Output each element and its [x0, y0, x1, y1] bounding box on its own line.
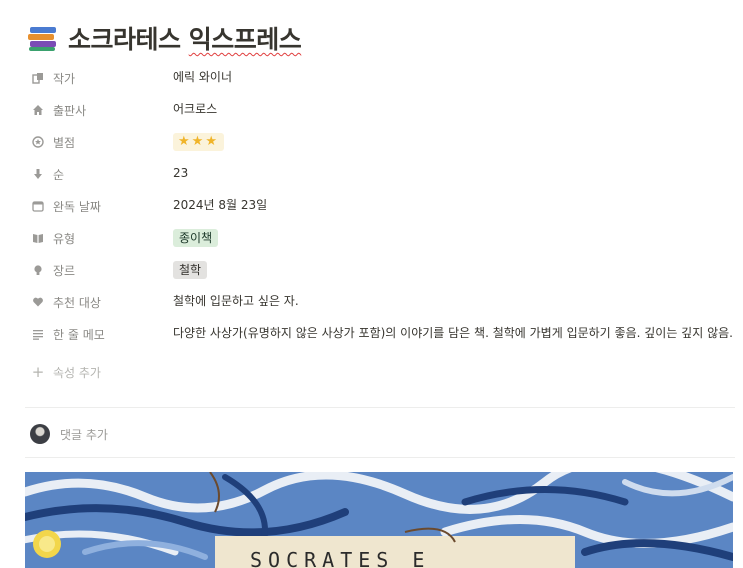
property-row-genre: 장르 철학	[25, 254, 735, 286]
rating-stars: ★★★	[173, 133, 224, 151]
property-value-type[interactable]: 종이책	[173, 229, 735, 247]
list-icon	[31, 71, 45, 85]
property-value-genre[interactable]: 철학	[173, 261, 735, 279]
cover-painting: SOCRATES E	[25, 472, 733, 568]
add-property-button[interactable]: + 속성 추가	[25, 363, 173, 381]
property-value-finished-date[interactable]: 2024년 8월 23일	[173, 197, 735, 214]
property-label-genre[interactable]: 장르	[25, 261, 173, 279]
add-property-row: + 속성 추가	[25, 356, 735, 388]
home-icon	[31, 103, 45, 117]
property-value-rating[interactable]: ★★★	[173, 133, 735, 151]
books-icon[interactable]	[28, 23, 58, 53]
page-title: 소크라테스 익스프레스	[28, 18, 302, 58]
property-label-memo[interactable]: 한 줄 메모	[25, 325, 173, 343]
property-label-author[interactable]: 작가	[25, 69, 173, 87]
plus-icon: +	[31, 362, 45, 381]
arrow-down-icon	[31, 167, 45, 181]
star-icon: ★	[191, 134, 206, 149]
title-misspelled: 익스프레스	[188, 25, 302, 54]
property-label-order[interactable]: 순	[25, 165, 173, 183]
cover-image: SOCRATES E	[25, 472, 733, 568]
property-list: 작가 에릭 와이너 출판사 어크로스 별점 ★★★ 순 23 완독 날짜 202…	[25, 62, 735, 388]
property-row-publisher: 출판사 어크로스	[25, 94, 735, 126]
property-row-order: 순 23	[25, 158, 735, 190]
calendar-icon	[31, 199, 45, 213]
bulb-icon	[31, 263, 45, 277]
add-comment-label: 댓글 추가	[60, 427, 108, 442]
property-value-author[interactable]: 에릭 와이너	[173, 69, 735, 86]
property-row-memo: 한 줄 메모 다양한 사상가(유명하지 않은 사상가 포함)의 이야기를 담은 …	[25, 318, 735, 350]
cover-handwriting: SOCRATES E	[250, 548, 430, 568]
property-row-finished-date: 완독 날짜 2024년 8월 23일	[25, 190, 735, 222]
star-circle-icon	[31, 135, 45, 149]
star-icon: ★	[205, 134, 219, 149]
type-tag[interactable]: 종이책	[173, 229, 219, 247]
property-label-rating[interactable]: 별점	[25, 133, 173, 151]
property-value-publisher[interactable]: 어크로스	[173, 101, 735, 118]
text-lines-icon	[31, 327, 45, 341]
property-label-type[interactable]: 유형	[25, 229, 173, 247]
book-open-icon	[31, 231, 45, 245]
property-value-order[interactable]: 23	[173, 165, 735, 182]
divider	[25, 457, 735, 458]
property-label-audience[interactable]: 추천 대상	[25, 293, 173, 311]
genre-tag[interactable]: 철학	[173, 261, 208, 279]
property-value-memo[interactable]: 다양한 사상가(유명하지 않은 사상가 포함)의 이야기를 담은 책. 철학에 …	[173, 325, 735, 342]
title-plain: 소크라테스	[68, 25, 189, 54]
divider	[25, 407, 735, 408]
avatar	[30, 424, 50, 444]
property-row-audience: 추천 대상 철학에 입문하고 싶은 자.	[25, 286, 735, 318]
heart-icon	[31, 295, 45, 309]
property-row-type: 유형 종이책	[25, 222, 735, 254]
property-label-finished-date[interactable]: 완독 날짜	[25, 197, 173, 215]
property-row-rating: 별점 ★★★	[25, 126, 735, 158]
star-icon: ★	[178, 134, 192, 149]
page-title-text[interactable]: 소크라테스 익스프레스	[68, 20, 302, 56]
property-value-audience[interactable]: 철학에 입문하고 싶은 자.	[173, 293, 735, 310]
add-comment[interactable]: 댓글 추가	[30, 424, 108, 444]
property-row-author: 작가 에릭 와이너	[25, 62, 735, 94]
property-label-publisher[interactable]: 출판사	[25, 101, 173, 119]
